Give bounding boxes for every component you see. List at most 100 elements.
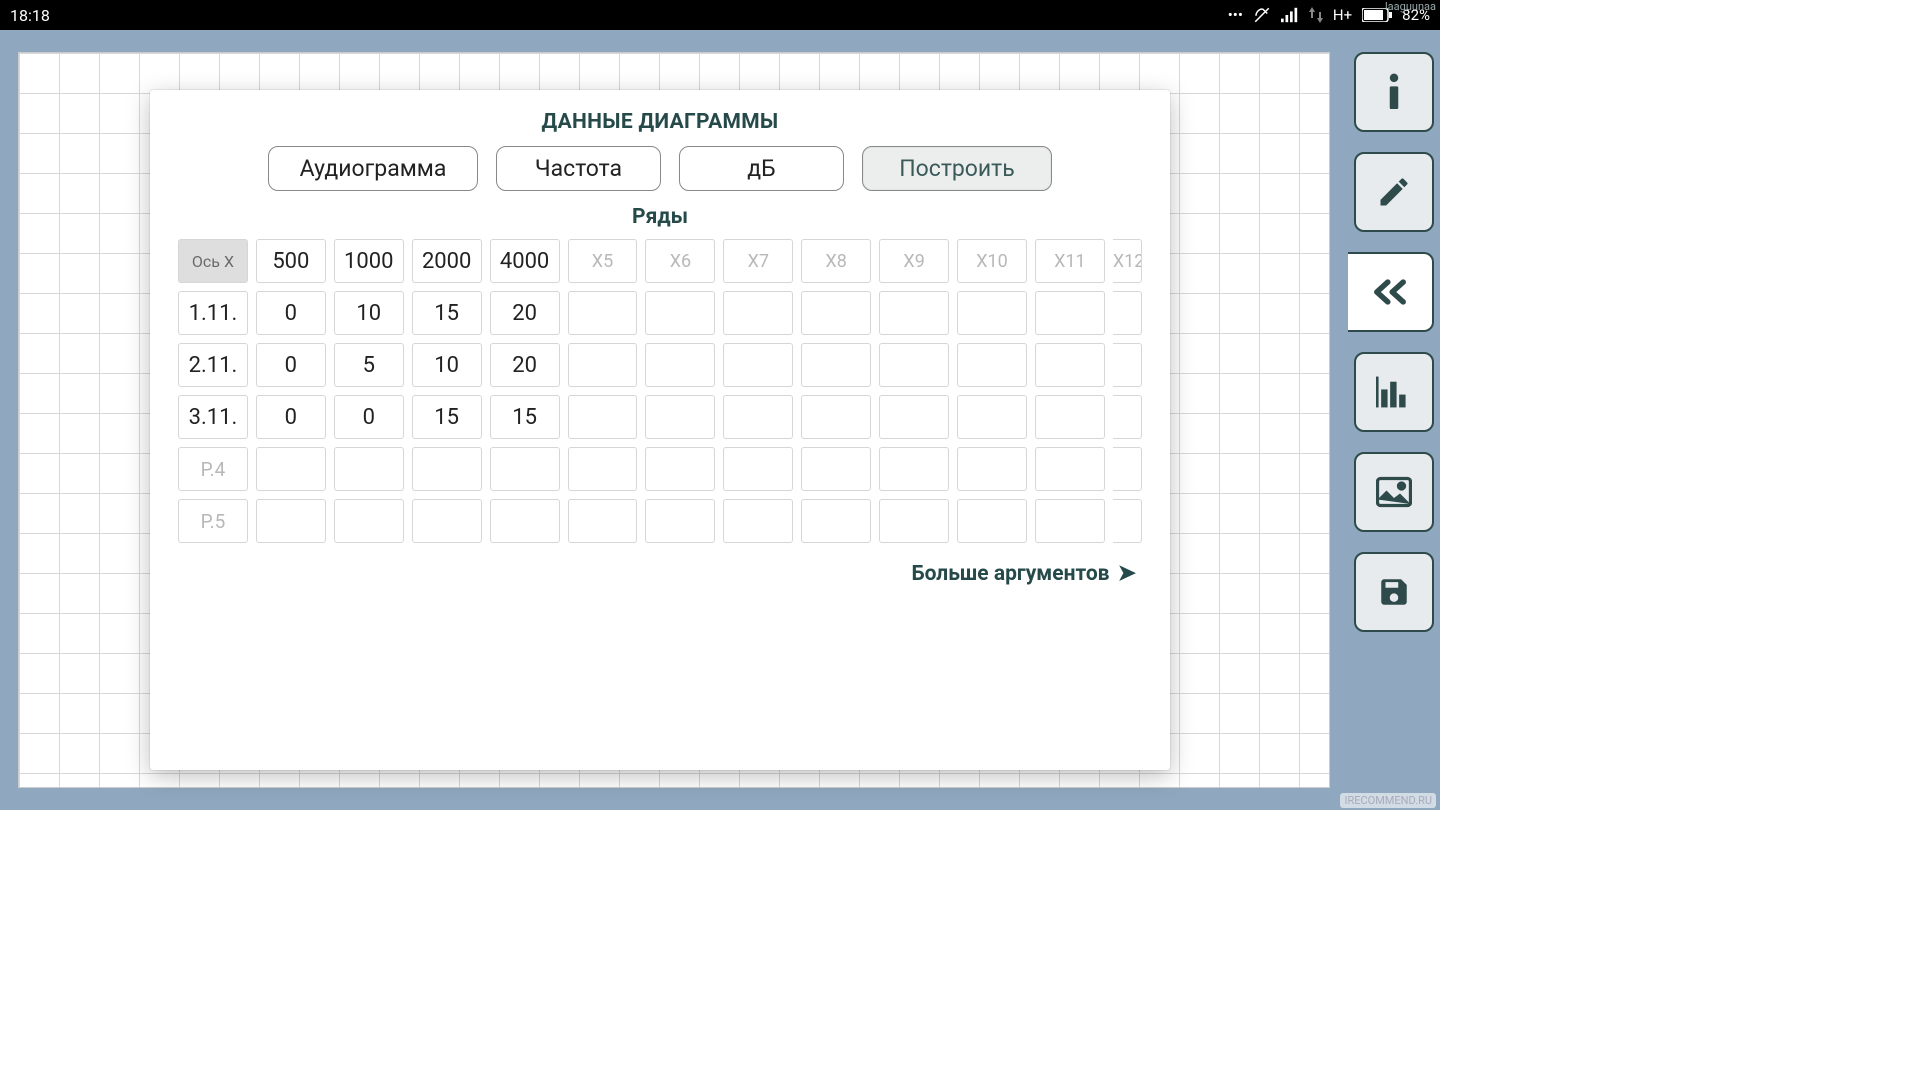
- data-cell[interactable]: [412, 499, 482, 543]
- x-value-cell[interactable]: 1000: [334, 239, 404, 283]
- collapse-button[interactable]: [1348, 252, 1434, 332]
- row-label-placeholder[interactable]: Р.4: [178, 447, 248, 491]
- data-cell[interactable]: [801, 343, 871, 387]
- image-button[interactable]: [1354, 452, 1434, 532]
- y-axis-button[interactable]: дБ: [679, 146, 844, 191]
- data-cell[interactable]: [879, 447, 949, 491]
- data-cell[interactable]: [723, 395, 793, 439]
- table-row: 3.11. 0 0 15 15: [178, 395, 1142, 439]
- build-button[interactable]: Построить: [862, 146, 1052, 191]
- data-cell[interactable]: [645, 291, 715, 335]
- data-cell[interactable]: 10: [334, 291, 404, 335]
- data-cell[interactable]: [568, 343, 638, 387]
- status-bar: 18:18 ••• H+ 82%: [0, 0, 1440, 30]
- data-cell[interactable]: 0: [256, 395, 326, 439]
- data-cell[interactable]: 0: [256, 343, 326, 387]
- x-placeholder-cell[interactable]: X9: [879, 239, 949, 283]
- data-cell[interactable]: 15: [412, 395, 482, 439]
- data-cell[interactable]: [723, 343, 793, 387]
- row-label-cell[interactable]: 3.11.: [178, 395, 248, 439]
- x-value-cell[interactable]: 500: [256, 239, 326, 283]
- data-cell[interactable]: 5: [334, 343, 404, 387]
- data-cell[interactable]: [490, 447, 560, 491]
- network-type: H+: [1333, 6, 1352, 24]
- x-axis-header-cell[interactable]: Ось X: [178, 239, 248, 283]
- x-axis-button[interactable]: Частота: [496, 146, 661, 191]
- data-cell[interactable]: [723, 291, 793, 335]
- data-cell[interactable]: [568, 291, 638, 335]
- data-cell[interactable]: [1113, 343, 1142, 387]
- pencil-icon: [1376, 174, 1412, 210]
- data-cell[interactable]: 20: [490, 291, 560, 335]
- data-cell[interactable]: 10: [412, 343, 482, 387]
- data-cell[interactable]: [1035, 343, 1105, 387]
- data-cell[interactable]: [723, 447, 793, 491]
- data-cell[interactable]: [801, 447, 871, 491]
- data-cell[interactable]: [723, 499, 793, 543]
- data-cell[interactable]: [334, 499, 404, 543]
- mute-icon: [1253, 6, 1271, 24]
- data-cell[interactable]: 0: [334, 395, 404, 439]
- data-cell[interactable]: 15: [490, 395, 560, 439]
- data-icon: [1309, 7, 1323, 23]
- data-cell[interactable]: [645, 395, 715, 439]
- data-cell[interactable]: [879, 499, 949, 543]
- data-cell[interactable]: [801, 395, 871, 439]
- data-cell[interactable]: [1035, 395, 1105, 439]
- data-cell[interactable]: [957, 499, 1027, 543]
- data-cell[interactable]: 20: [490, 343, 560, 387]
- data-cell[interactable]: [957, 447, 1027, 491]
- data-cell[interactable]: [568, 395, 638, 439]
- data-cell[interactable]: [801, 499, 871, 543]
- row-label-cell[interactable]: 1.11.: [178, 291, 248, 335]
- x-placeholder-cell[interactable]: X11: [1035, 239, 1105, 283]
- data-cell[interactable]: 15: [412, 291, 482, 335]
- data-cell[interactable]: [1035, 499, 1105, 543]
- data-cell[interactable]: [957, 395, 1027, 439]
- data-cell[interactable]: [645, 499, 715, 543]
- data-cell[interactable]: [568, 447, 638, 491]
- x-placeholder-cell[interactable]: X5: [568, 239, 638, 283]
- data-cell[interactable]: [412, 447, 482, 491]
- x-value-cell[interactable]: 4000: [490, 239, 560, 283]
- table-header-row: Ось X 500 1000 2000 4000 X5 X6 X7 X8 X9 …: [178, 239, 1142, 283]
- data-cell[interactable]: [957, 343, 1027, 387]
- image-icon: [1376, 476, 1412, 508]
- x-placeholder-cell[interactable]: X6: [645, 239, 715, 283]
- data-cell[interactable]: [1035, 291, 1105, 335]
- data-cell[interactable]: [957, 291, 1027, 335]
- x-value-cell[interactable]: 2000: [412, 239, 482, 283]
- data-cell[interactable]: [334, 447, 404, 491]
- data-cell[interactable]: [645, 343, 715, 387]
- data-cell[interactable]: [879, 291, 949, 335]
- chart-name-button[interactable]: Аудиограмма: [268, 146, 478, 191]
- data-cell[interactable]: 0: [256, 291, 326, 335]
- data-cell[interactable]: [256, 447, 326, 491]
- data-cell[interactable]: [645, 447, 715, 491]
- data-cell[interactable]: [879, 395, 949, 439]
- x-placeholder-cell[interactable]: X12: [1113, 239, 1142, 283]
- data-cell[interactable]: [1113, 291, 1142, 335]
- data-cell[interactable]: [256, 499, 326, 543]
- x-placeholder-cell[interactable]: X7: [723, 239, 793, 283]
- data-cell[interactable]: [1113, 395, 1142, 439]
- chart-button[interactable]: [1354, 352, 1434, 432]
- data-cell[interactable]: [568, 499, 638, 543]
- more-arguments-link[interactable]: Больше аргументов ➤: [178, 561, 1142, 586]
- table-row: 2.11. 0 5 10 20: [178, 343, 1142, 387]
- data-cell[interactable]: [1113, 499, 1142, 543]
- data-cell[interactable]: [1035, 447, 1105, 491]
- row-label-placeholder[interactable]: Р.5: [178, 499, 248, 543]
- info-button[interactable]: [1354, 52, 1434, 132]
- row-label-cell[interactable]: 2.11.: [178, 343, 248, 387]
- data-cell[interactable]: [1113, 447, 1142, 491]
- save-icon: [1377, 575, 1411, 609]
- data-cell[interactable]: [801, 291, 871, 335]
- data-cell[interactable]: [879, 343, 949, 387]
- x-placeholder-cell[interactable]: X10: [957, 239, 1027, 283]
- save-button[interactable]: [1354, 552, 1434, 632]
- more-arguments-label: Больше аргументов: [911, 562, 1109, 586]
- data-cell[interactable]: [490, 499, 560, 543]
- x-placeholder-cell[interactable]: X8: [801, 239, 871, 283]
- edit-button[interactable]: [1354, 152, 1434, 232]
